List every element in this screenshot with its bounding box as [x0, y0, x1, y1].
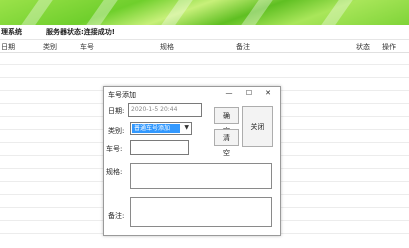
dialog-title-bar[interactable]: 车号添加 — ☐ ✕ [104, 87, 280, 102]
grid-row-divider [0, 77, 409, 78]
column-header-action[interactable]: 操作 [382, 42, 396, 52]
column-header-remark[interactable]: 备注 [236, 42, 250, 52]
column-header-spec[interactable]: 规格 [160, 42, 174, 52]
type-select[interactable]: 普通车号添加 ▼ [130, 122, 192, 135]
app-title: 理系统 [1, 28, 22, 36]
spec-textarea[interactable] [130, 163, 272, 189]
server-status-text: 服务器状态:连接成功! [46, 28, 115, 36]
remark-label: 备注: [108, 212, 125, 220]
plate-input[interactable] [130, 140, 189, 155]
add-plate-dialog: 车号添加 — ☐ ✕ 日期: 2020-1-5 20:44 类别: 普通车号添加… [103, 86, 281, 236]
dialog-title: 车号添加 [108, 91, 136, 99]
grid-row-divider [0, 64, 409, 65]
close-icon[interactable]: ✕ [261, 88, 275, 99]
date-field[interactable]: 2020-1-5 20:44 [128, 103, 202, 117]
spec-label: 规格: [106, 168, 123, 176]
confirm-button[interactable]: 确定 [214, 107, 239, 135]
type-selected-value: 普通车号添加 [132, 124, 180, 133]
grid-header: 日期 类别 车号 规格 备注 状态 操作 [0, 39, 409, 53]
remark-textarea[interactable] [130, 197, 272, 227]
column-header-date[interactable]: 日期 [1, 42, 15, 52]
plate-label: 车号: [106, 145, 123, 153]
maximize-icon[interactable]: ☐ [242, 88, 256, 99]
chevron-down-icon[interactable]: ▼ [184, 124, 189, 131]
minimize-icon[interactable]: — [222, 88, 236, 99]
status-bar: 理系统 服务器状态:连接成功! [0, 25, 409, 39]
type-label: 类别: [108, 127, 125, 135]
header-banner [0, 0, 409, 25]
column-header-type[interactable]: 类别 [43, 42, 57, 52]
column-header-plate[interactable]: 车号 [80, 42, 94, 52]
close-button[interactable]: 关闭 [242, 106, 273, 147]
clear-button[interactable]: 清空 [214, 129, 239, 157]
date-label: 日期: [108, 107, 125, 115]
column-header-status[interactable]: 状态 [356, 42, 370, 52]
